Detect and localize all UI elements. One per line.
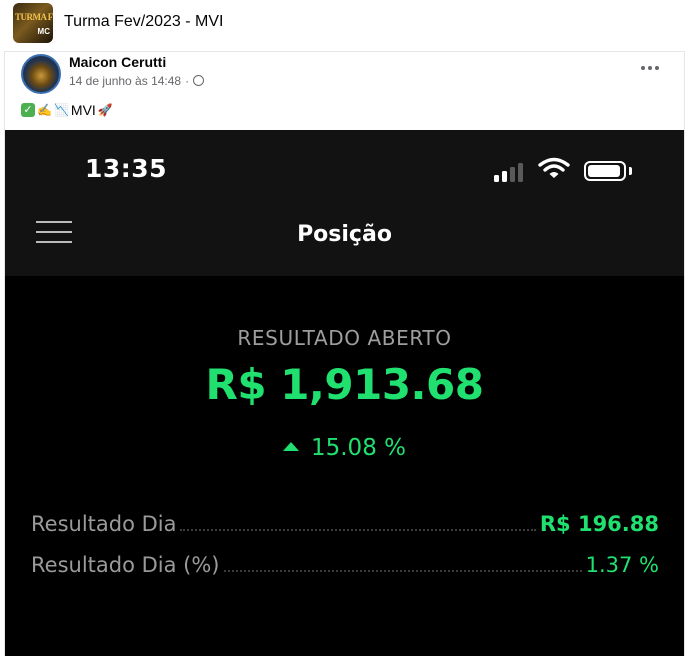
more-dot-icon xyxy=(641,66,645,70)
writing-hand-emoji-icon: ✍️ xyxy=(37,103,52,117)
row-label: Resultado Dia (%) xyxy=(31,553,220,577)
dotted-leader xyxy=(180,528,536,531)
more-dot-icon xyxy=(648,66,652,70)
row-value: R$ 196.88 xyxy=(539,512,659,536)
post-card: Maicon Cerutti 14 de junho às 14:48 · ✓ ✍… xyxy=(4,51,685,656)
post-text: ✓ ✍️ 📉 MVI 🚀 xyxy=(21,102,113,118)
group-title[interactable]: Turma Fev/2023 - MVI xyxy=(64,13,223,31)
open-result-label: RESULTADO ABERTO xyxy=(237,326,452,350)
open-result-change: 15.08 % xyxy=(5,435,684,461)
group-avatar-text-bottom: MC xyxy=(37,27,50,36)
check-mark-emoji-icon: ✓ xyxy=(21,103,35,117)
result-row-day-percent: Resultado Dia (%) 1.37 % xyxy=(31,547,659,577)
post-timestamp[interactable]: 14 de junho às 14:48 xyxy=(69,74,181,88)
screen-title: Posição xyxy=(297,222,392,247)
more-options-button[interactable] xyxy=(638,58,662,78)
meta-separator: · xyxy=(185,74,190,88)
author-avatar[interactable] xyxy=(21,54,61,94)
battery-level xyxy=(588,165,620,177)
battery-icon xyxy=(584,161,626,181)
cellular-signal-icon xyxy=(494,160,528,182)
phone-status-bar: 13:35 xyxy=(5,130,684,198)
rocket-emoji-icon: 🚀 xyxy=(97,103,113,117)
post-meta: 14 de junho às 14:48 · xyxy=(69,74,205,88)
row-value: 1.37 % xyxy=(585,553,659,577)
wifi-icon xyxy=(538,157,570,178)
audience-group-icon[interactable] xyxy=(193,75,205,86)
post-text-content: MVI xyxy=(70,102,96,118)
row-label: Resultado Dia xyxy=(31,512,177,536)
change-percent: 15.08 % xyxy=(310,435,406,461)
group-avatar[interactable]: TURMA FEV MC xyxy=(13,3,53,43)
phone-nav-bar: Posição xyxy=(5,198,684,276)
group-avatar-text-top: TURMA FEV xyxy=(15,12,53,22)
author-name[interactable]: Maicon Cerutti xyxy=(69,54,166,70)
arrow-up-icon xyxy=(282,442,299,451)
battery-cap xyxy=(629,167,632,175)
group-header: TURMA FEV MC Turma Fev/2023 - MVI xyxy=(0,0,687,48)
dotted-leader xyxy=(223,569,582,572)
post-image-screenshot[interactable]: 13:35 Posição RESULTADO ABERTO R$ 1,913.… xyxy=(5,130,684,656)
status-time: 13:35 xyxy=(85,154,168,183)
more-dot-icon xyxy=(655,66,659,70)
result-row-day: Resultado Dia R$ 196.88 xyxy=(31,506,659,536)
open-result-value: R$ 1,913.68 xyxy=(205,360,484,409)
chart-down-emoji-icon: 📉 xyxy=(53,103,69,117)
